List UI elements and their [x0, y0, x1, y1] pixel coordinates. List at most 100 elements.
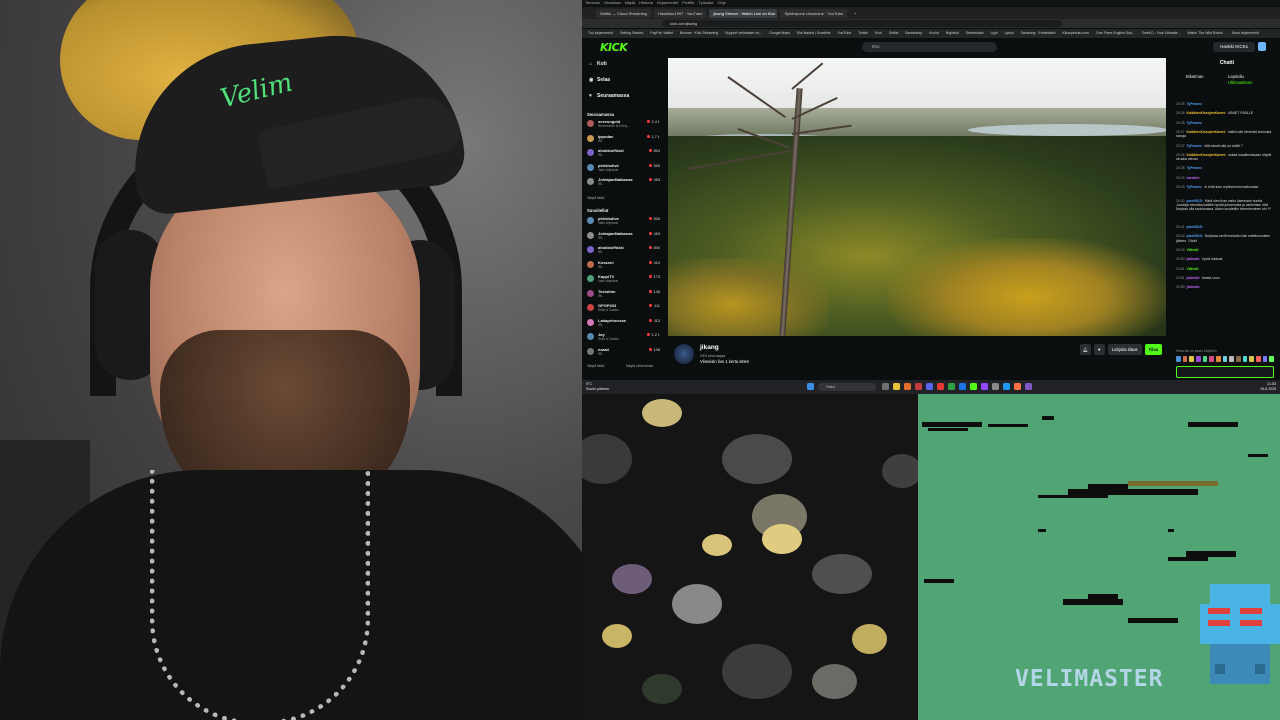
sidebar-channel-seeeongold[interactable]: seeeongold Neverwinter is Every... 2,4 t. [587, 119, 661, 129]
weather-widget[interactable]: 5°C Suurin pilvinen [586, 382, 609, 392]
emote-icon[interactable] [1269, 356, 1275, 362]
nav-home[interactable]: ⌂ Koti [589, 59, 607, 69]
emote-icon[interactable] [1236, 356, 1241, 362]
sidebar-channel-kosseni[interactable]: Kosseni IRL 410 [587, 260, 661, 270]
sidebar-channel-ahokkiofficial[interactable]: ahokkiofficial IRL 804 [587, 148, 661, 158]
nav-following[interactable]: ♥ Seuraamassa [589, 91, 629, 101]
menu-item[interactable]: Historia [639, 0, 653, 5]
emote-icon[interactable] [1222, 356, 1228, 362]
channel-avatar[interactable] [674, 344, 694, 364]
bookmark[interactable]: Kikospesutu.com [1062, 31, 1089, 35]
sidebar-channel-pirkkisdive[interactable]: pirkkisdive Valm.ohjelmat 526 [587, 216, 661, 226]
bookmark[interactable]: Lyyti [991, 31, 998, 35]
app-icon[interactable] [915, 383, 922, 390]
file-explorer-icon[interactable] [893, 383, 900, 390]
chat-username[interactable]: jskinski: [1187, 276, 1201, 280]
bookmark[interactable]: Google Maps [769, 31, 790, 35]
emote-icon[interactable] [1216, 356, 1221, 362]
bookmark[interactable]: Tuo kirjanmerkit [588, 31, 613, 35]
sidebar-channel-gpgp333[interactable]: GPGP333 Slots & Casino 111 [587, 303, 661, 313]
menu-item[interactable]: Työkalut [698, 0, 713, 5]
chat-username[interactable]: TyPesmo: [1187, 166, 1203, 170]
firefox-icon[interactable] [904, 383, 911, 390]
nav-browse[interactable]: ◉ Selaa [589, 75, 610, 85]
user-avatar[interactable] [1258, 42, 1266, 51]
emote-icon[interactable] [1189, 356, 1195, 362]
bookmark[interactable]: GeeKO - Your Ultimate... [1142, 31, 1181, 35]
bookmark[interactable]: PayPal: Wallet [650, 31, 673, 35]
url-field[interactable]: kick.com/jikang [662, 20, 1062, 27]
chat-username[interactable]: jskinski: [1187, 285, 1201, 289]
bookmark[interactable]: Settlis [889, 31, 899, 35]
sidebar-channel-pirkkisdive[interactable]: pirkkisdive Valm.ohjelmat 526 [587, 163, 661, 173]
show-more-recommended[interactable]: Näytä lisää [587, 364, 604, 368]
show-more-following[interactable]: Näytä lisää [587, 196, 604, 200]
gift-sub-button[interactable]: Lahjoita tilaus [1107, 344, 1142, 355]
browser-tab-active[interactable]: jikang Stream · Watch Live on Kick [709, 8, 778, 18]
obs-icon[interactable] [937, 383, 944, 390]
bookmark[interactable]: Muut kirjanmerkit [1232, 31, 1259, 35]
kick-search-input[interactable]: Etsi [862, 42, 997, 52]
chat-username[interactable]: jskinski: [1187, 257, 1201, 261]
chat-username[interactable]: pixel0815: [1187, 225, 1203, 229]
notification-bell-button[interactable]: 🔔︎ [1079, 344, 1091, 355]
bookmark[interactable]: YouTube [838, 31, 852, 35]
emote-icon[interactable] [1262, 356, 1268, 362]
task-view-icon[interactable] [882, 383, 889, 390]
chat-username[interactable]: TyPesmo: [1187, 144, 1203, 148]
app-icon[interactable] [1003, 383, 1010, 390]
bookmark[interactable]: Watch The Wild Robot... [1187, 31, 1225, 35]
gifter-name[interactable]: Biketman [1186, 74, 1203, 79]
app-icon[interactable] [992, 383, 999, 390]
emote-icon[interactable] [1249, 356, 1255, 362]
bookmark[interactable]: Browse · Kick Streaming [680, 31, 718, 35]
browser-tab[interactable]: Hashikku1997 · YouTube [653, 8, 707, 18]
emote-icon[interactable] [1202, 356, 1208, 362]
bookmark[interactable]: Kuviot [929, 31, 939, 35]
sidebar-channel-ahokkiofficial[interactable]: ahokkiofficial IRL 804 [587, 245, 661, 255]
sidebar-channel-ippodav[interactable]: Ippodav IRL 1,7 t. [587, 134, 661, 144]
sidebar-channel-kappitv[interactable]: KappiTV Valm.ohjelmat 173 [587, 274, 661, 284]
chat-username[interactable]: Villredi: [1187, 267, 1199, 271]
browser-tab[interactable]: Settlis — Cloud Streaming [596, 8, 651, 18]
emote-icon[interactable] [1229, 356, 1235, 362]
discord-icon[interactable] [926, 383, 933, 390]
menu-item[interactable]: Ohje [717, 0, 725, 5]
get-kicks-button[interactable]: Hankki KICKs [1213, 42, 1255, 52]
bookmark[interactable]: Kick [875, 31, 882, 35]
channel-name[interactable]: jikang [700, 344, 719, 351]
app-icon[interactable] [1025, 383, 1032, 390]
menu-item[interactable]: Tiedosto [585, 0, 600, 5]
chat-username[interactable]: TyPesmo: [1187, 102, 1203, 106]
chat-username[interactable]: KaikkienKissojenKaveri: [1187, 111, 1227, 115]
chat-username[interactable]: hardish: [1187, 176, 1200, 180]
emote-icon[interactable] [1242, 356, 1248, 362]
sidebar-channel-ladaprincesse[interactable]: Ladaprincesse IRL 113 [587, 318, 661, 328]
kick-logo[interactable]: KICK [600, 41, 628, 54]
chat-username[interactable]: TyPesmo: [1187, 121, 1203, 125]
bookmark[interactable]: Streamlabs [966, 31, 984, 35]
windows-start-icon[interactable] [807, 383, 814, 390]
menu-item[interactable]: Profiilit [682, 0, 694, 5]
bookmark[interactable]: Lyrics [1005, 31, 1014, 35]
new-tab-button[interactable]: + [850, 9, 860, 18]
emote-icon[interactable] [1209, 356, 1215, 362]
chat-input[interactable] [1176, 366, 1274, 378]
sidebar-channel-johtajanmatkassa[interactable]: JohtajanMatkassa IRL 453 [587, 177, 661, 187]
emote-icon[interactable] [1182, 356, 1188, 362]
kick-app-icon[interactable] [970, 383, 977, 390]
bookmark[interactable]: Nightbot [946, 31, 959, 35]
bookmark[interactable]: Support velimaster on... [725, 31, 762, 35]
taskbar-clock[interactable]: 21.53 26.6.2025 [1260, 382, 1276, 392]
bookmark[interactable]: Etsi tilastot | Scrabble [797, 31, 831, 35]
spotify-icon[interactable] [948, 383, 955, 390]
sidebar-channel-teslothm[interactable]: Teslothm IRL 146 [587, 289, 661, 299]
twitch-icon[interactable] [981, 383, 988, 390]
menu-item[interactable]: Kirjanmerkit [657, 0, 678, 5]
steam-icon[interactable] [959, 383, 966, 390]
bookmark[interactable]: Getting Started [620, 31, 644, 35]
emote-icon[interactable] [1176, 356, 1181, 362]
taskbar-search[interactable]: Haku [818, 383, 876, 391]
bookmark[interactable]: Samsung · Embedded [1021, 31, 1056, 35]
menu-item[interactable]: Näytä [625, 0, 635, 5]
